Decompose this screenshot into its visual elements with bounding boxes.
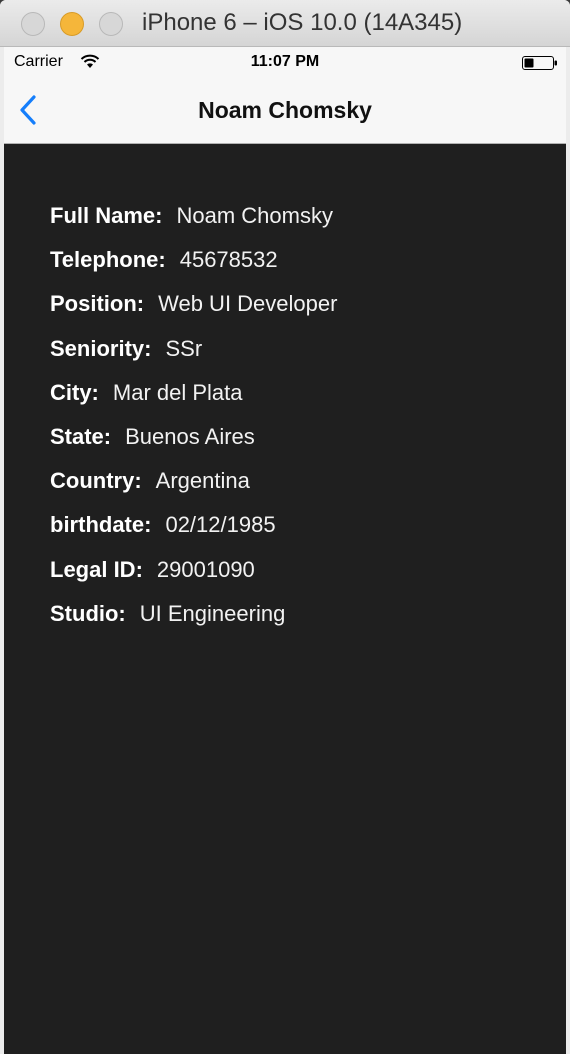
- detail-value: UI Engineering: [139, 600, 286, 626]
- detail-row-telephone: Telephone: 45678532: [50, 245, 337, 289]
- detail-label: Full Name:: [50, 203, 163, 228]
- minimize-window-button[interactable]: [60, 12, 84, 36]
- detail-label: Position:: [50, 291, 145, 317]
- detail-label: Studio:: [50, 600, 126, 626]
- employee-details: Full Name: Noam Chomsky Telephone: 4567853…: [50, 201, 337, 643]
- detail-label: birthdate:: [50, 512, 152, 538]
- simulator-window: iPhone 6 – iOS 10.0 (14A345) Carrier 11:…: [0, 0, 570, 1054]
- detail-row-position: Position: Web UI Developer: [50, 289, 337, 333]
- detail-label: Telephone:: [50, 247, 166, 273]
- battery-icon: [522, 56, 557, 70]
- detail-value: 29001090: [156, 556, 255, 582]
- detail-value: Web UI Developer: [158, 291, 338, 317]
- window-titlebar: iPhone 6 – iOS 10.0 (14A345): [0, 0, 570, 47]
- detail-value: 45678532: [179, 247, 278, 273]
- detail-value: 02/12/1985: [165, 512, 276, 538]
- detail-row-city: City: Mar del Plata: [50, 378, 337, 422]
- page-title: Noam Chomsky: [198, 97, 372, 123]
- detail-label: Seniority:: [50, 335, 152, 361]
- detail-row-full-name: Full Name: Noam Chomsky: [50, 201, 337, 245]
- detail-label: Country:: [50, 468, 142, 494]
- detail-value: Noam Chomsky: [176, 203, 333, 228]
- device-screen: Carrier 11:07 PM Noam Chomsky Full Name:…: [4, 47, 566, 1054]
- status-time: 11:07 PM: [250, 53, 320, 70]
- detail-value: Mar del Plata: [112, 379, 243, 405]
- detail-row-birthdate: birthdate: 02/12/1985: [50, 510, 337, 554]
- detail-row-country: Country: Argentina: [50, 466, 337, 510]
- detail-value: SSr: [165, 335, 203, 361]
- detail-row-legal-id: Legal ID: 29001090: [50, 555, 337, 599]
- close-window-button[interactable]: [21, 12, 45, 36]
- detail-row-state: State: Buenos Aires: [50, 422, 337, 466]
- navigation-bar: Noam Chomsky: [4, 77, 566, 144]
- detail-row-seniority: Seniority: SSr: [50, 334, 337, 378]
- detail-value: Argentina: [155, 468, 250, 494]
- status-bar: Carrier 11:07 PM: [4, 47, 566, 77]
- detail-label: State:: [50, 423, 112, 449]
- detail-label: City:: [50, 379, 99, 405]
- detail-row-studio: Studio: UI Engineering: [50, 599, 337, 643]
- zoom-window-button[interactable]: [99, 12, 123, 36]
- window-title: iPhone 6 – iOS 10.0 (14A345): [142, 9, 463, 36]
- detail-label: Legal ID:: [50, 556, 143, 582]
- detail-value: Buenos Aires: [125, 423, 255, 449]
